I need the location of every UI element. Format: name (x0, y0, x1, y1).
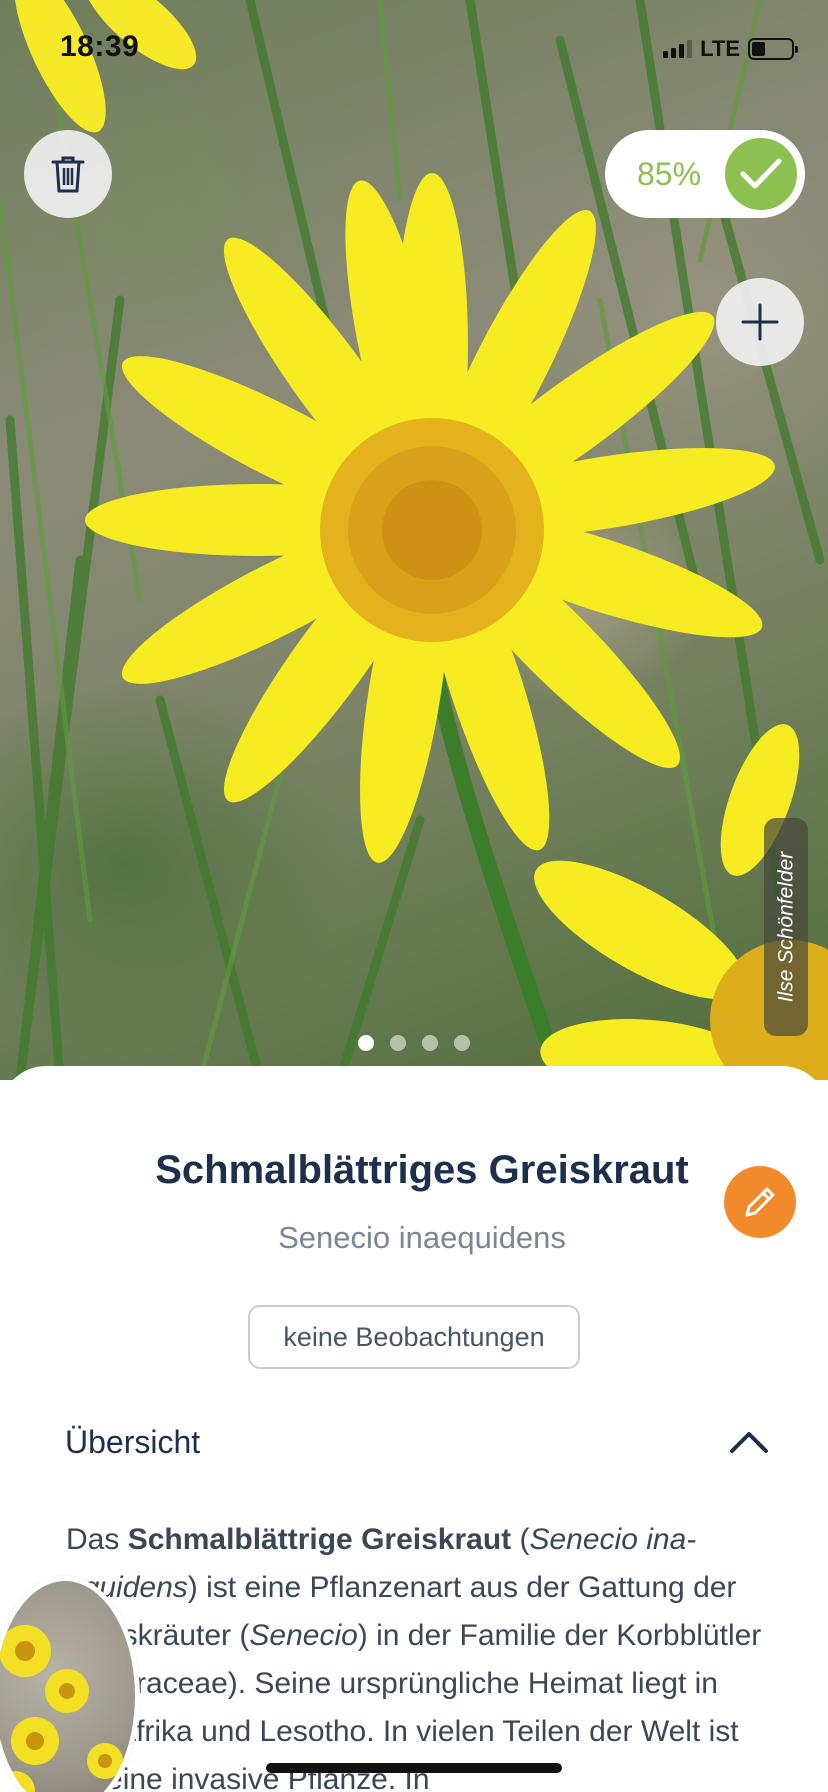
confirm-button[interactable] (719, 132, 803, 216)
gallery-dot[interactable] (454, 1035, 470, 1051)
network-label: LTE (700, 36, 740, 61)
photo-credit: Ilse Schönfelder (764, 818, 808, 1036)
status-time: 18:39 (60, 30, 140, 63)
overview-text-segment: ( (511, 1523, 530, 1556)
overview-text-segment: Senecio (249, 1619, 358, 1652)
overview-text: Das Schmalblättrige Greiskraut (Senecio … (66, 1516, 766, 1792)
trash-icon (51, 156, 85, 193)
overview-text-segment: Schmalblättrige Greiskraut (127, 1523, 512, 1556)
confidence-value: 85% (637, 155, 702, 192)
overview-text-segment: Das (66, 1523, 128, 1556)
overview-heading[interactable]: Übersicht (65, 1424, 200, 1461)
observations-button[interactable]: keine Beobachtungen (248, 1305, 580, 1369)
plus-icon (741, 303, 779, 341)
home-indicator[interactable] (266, 1763, 562, 1773)
gallery-dot[interactable] (422, 1035, 438, 1051)
battery-level (752, 42, 766, 56)
photo-credit-label: Ilse Schönfelder (774, 851, 797, 1003)
identification-confidence[interactable]: 85% (605, 130, 805, 218)
chevron-up-icon[interactable] (728, 1426, 770, 1456)
species-scientific-name: Senecio inaequidens (278, 1220, 566, 1255)
signal-icon (663, 40, 693, 58)
pencil-icon (745, 1187, 775, 1217)
status-indicators: LTE (663, 36, 798, 62)
gallery-pagination[interactable] (0, 1035, 828, 1051)
plant-photo[interactable]: 18:39 LTE 85% Ilse Schönfelder (0, 0, 828, 1080)
delete-button[interactable] (24, 130, 112, 218)
checkmark-icon (740, 158, 782, 189)
add-photo-button[interactable] (716, 278, 804, 366)
gallery-dot[interactable] (390, 1035, 406, 1051)
gallery-dot[interactable] (358, 1035, 374, 1051)
edit-button[interactable] (724, 1166, 796, 1238)
species-common-name: Schmalblättriges Greiskraut (155, 1148, 689, 1192)
flower-thumbnail-image (0, 1625, 123, 1792)
battery-icon (748, 38, 798, 60)
